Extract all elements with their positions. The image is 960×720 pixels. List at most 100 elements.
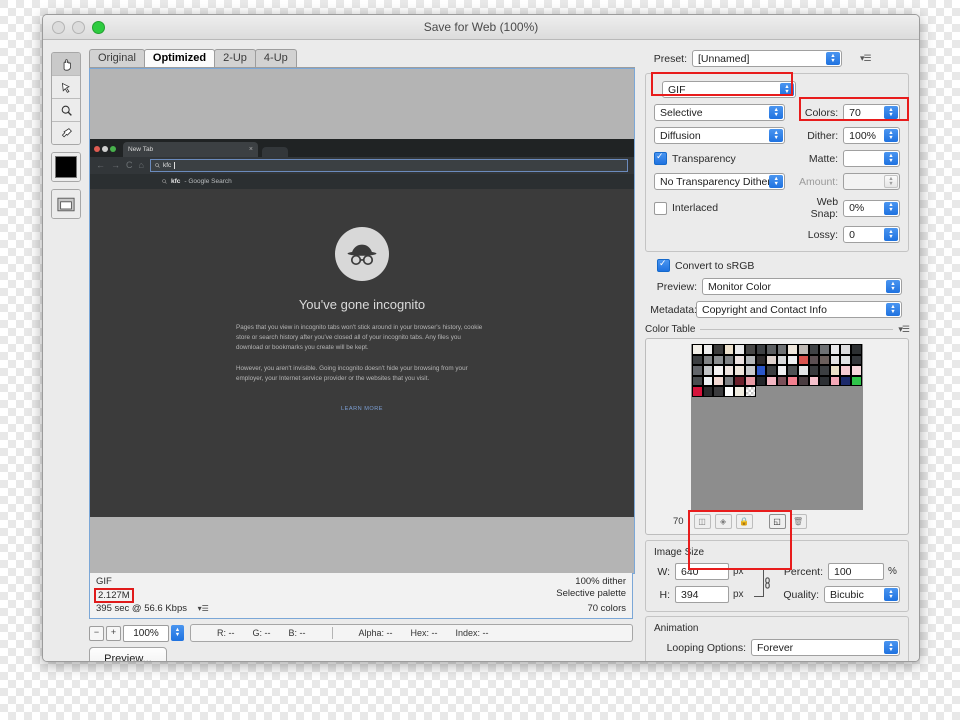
color-swatch[interactable] (756, 344, 767, 355)
color-swatch[interactable] (798, 355, 809, 366)
color-swatch[interactable] (830, 344, 841, 355)
interlaced-checkbox[interactable] (654, 202, 667, 215)
zoom-level-input[interactable]: 100% (123, 625, 169, 642)
color-swatch[interactable] (787, 344, 798, 355)
zoom-tool[interactable] (52, 99, 80, 122)
height-input[interactable]: 394 (675, 586, 729, 603)
color-swatch[interactable] (819, 365, 830, 376)
chevron-updown-icon[interactable]: ▲▼ (769, 129, 783, 142)
metadata-select[interactable]: Copyright and Contact Info ▲▼ (696, 301, 902, 318)
toggle-slices-visibility-button[interactable] (52, 190, 80, 218)
transparency-checkbox[interactable] (654, 152, 667, 165)
lossy-select[interactable]: 0 ▲▼ (843, 226, 900, 243)
color-swatch[interactable] (798, 344, 809, 355)
color-swatch[interactable] (713, 386, 724, 397)
color-swatch[interactable] (692, 365, 703, 376)
color-swatch[interactable] (766, 365, 777, 376)
link-constrain-icon[interactable] (750, 563, 771, 603)
color-swatch[interactable] (851, 365, 862, 376)
color-swatch[interactable] (703, 365, 714, 376)
color-swatch[interactable] (745, 355, 756, 366)
color-swatch[interactable] (798, 376, 809, 387)
color-swatch[interactable] (703, 386, 714, 397)
quality-select[interactable]: Bicubic ▲▼ (824, 586, 900, 603)
color-table-menu-icon[interactable]: ▾☰ (898, 324, 909, 335)
color-swatch[interactable] (787, 355, 798, 366)
color-swatch[interactable] (734, 365, 745, 376)
transparency-icon[interactable]: ◫ (694, 514, 711, 529)
chevron-updown-icon[interactable]: ▲▼ (884, 202, 898, 215)
color-swatch[interactable] (787, 376, 798, 387)
trash-icon[interactable]: 🗑 (790, 514, 807, 529)
info-panel-menu-icon[interactable]: ▾☰ (198, 603, 209, 615)
color-swatch[interactable] (766, 376, 777, 387)
color-swatch[interactable] (692, 386, 703, 397)
file-format-select[interactable]: GIF ▲▼ (662, 81, 796, 98)
learn-more-link[interactable]: LEARN MORE (341, 406, 383, 412)
chevron-updown-icon[interactable]: ▲▼ (769, 175, 783, 188)
color-swatch[interactable] (809, 344, 820, 355)
color-swatch[interactable] (713, 355, 724, 366)
color-swatch[interactable] (830, 365, 841, 376)
color-swatch-grid[interactable] (692, 344, 862, 397)
color-swatch[interactable] (734, 355, 745, 366)
preview-button[interactable]: Preview... (89, 647, 167, 662)
chevron-updown-icon[interactable]: ▲▼ (884, 152, 898, 165)
color-swatch[interactable] (724, 386, 735, 397)
color-swatch[interactable] (713, 344, 724, 355)
chevron-updown-icon[interactable]: ▲▼ (769, 106, 783, 119)
color-swatch[interactable] (756, 376, 767, 387)
color-swatch[interactable] (840, 344, 851, 355)
chevron-updown-icon[interactable]: ▲▼ (826, 52, 840, 65)
width-input[interactable]: 640 (675, 563, 729, 580)
color-reduction-select[interactable]: Selective ▲▼ (654, 104, 785, 121)
preset-select[interactable]: [Unnamed] ▲▼ (692, 50, 842, 67)
color-swatch[interactable] (819, 344, 830, 355)
color-swatch[interactable] (840, 355, 851, 366)
color-swatch[interactable] (703, 376, 714, 387)
color-swatch[interactable] (724, 355, 735, 366)
minimize-button[interactable] (72, 21, 85, 34)
convert-to-srgb-checkbox[interactable] (657, 259, 670, 272)
color-swatch[interactable] (692, 344, 703, 355)
preview-select[interactable]: Monitor Color ▲▼ (702, 278, 902, 295)
chevron-updown-icon[interactable]: ▲▼ (884, 228, 898, 241)
foreground-color-swatch[interactable] (52, 153, 80, 181)
color-swatch[interactable] (840, 376, 851, 387)
color-swatch[interactable] (724, 365, 735, 376)
color-swatch[interactable] (713, 365, 724, 376)
color-swatch[interactable] (777, 344, 788, 355)
tab-4up[interactable]: 4-Up (255, 49, 297, 67)
color-swatch[interactable] (787, 365, 798, 376)
web-snap-select[interactable]: 0% ▲▼ (843, 200, 900, 217)
color-swatch[interactable] (851, 376, 862, 387)
percent-input[interactable]: 100 (828, 563, 884, 580)
color-swatch[interactable] (745, 365, 756, 376)
color-swatch[interactable] (809, 376, 820, 387)
lock-icon[interactable]: 🔒 (736, 514, 753, 529)
tab-optimized[interactable]: Optimized (144, 49, 215, 67)
dither-method-select[interactable]: Diffusion ▲▼ (654, 127, 785, 144)
color-swatch[interactable] (830, 376, 841, 387)
color-swatch[interactable] (809, 355, 820, 366)
color-swatch[interactable] (777, 376, 788, 387)
chevron-updown-icon[interactable]: ▲▼ (884, 129, 898, 142)
color-swatch[interactable] (692, 355, 703, 366)
looping-options-select[interactable]: Forever ▲▼ (751, 639, 900, 656)
color-swatch[interactable] (745, 344, 756, 355)
color-swatch[interactable] (703, 355, 714, 366)
color-swatch[interactable] (851, 344, 862, 355)
transparency-dither-select[interactable]: No Transparency Dither ▲▼ (654, 173, 785, 190)
color-swatch[interactable] (830, 355, 841, 366)
color-swatch[interactable] (777, 355, 788, 366)
color-swatch[interactable] (713, 376, 724, 387)
panel-menu-icon[interactable]: ▾☰ (860, 53, 871, 64)
chevron-updown-icon[interactable]: ▲▼ (884, 588, 898, 601)
color-swatch[interactable] (819, 376, 830, 387)
tab-original[interactable]: Original (89, 49, 145, 67)
eyedropper-tool[interactable] (52, 122, 80, 144)
zoom-button[interactable] (92, 21, 105, 34)
color-swatch[interactable] (809, 365, 820, 376)
color-swatch[interactable] (703, 344, 714, 355)
color-swatch[interactable] (777, 365, 788, 376)
